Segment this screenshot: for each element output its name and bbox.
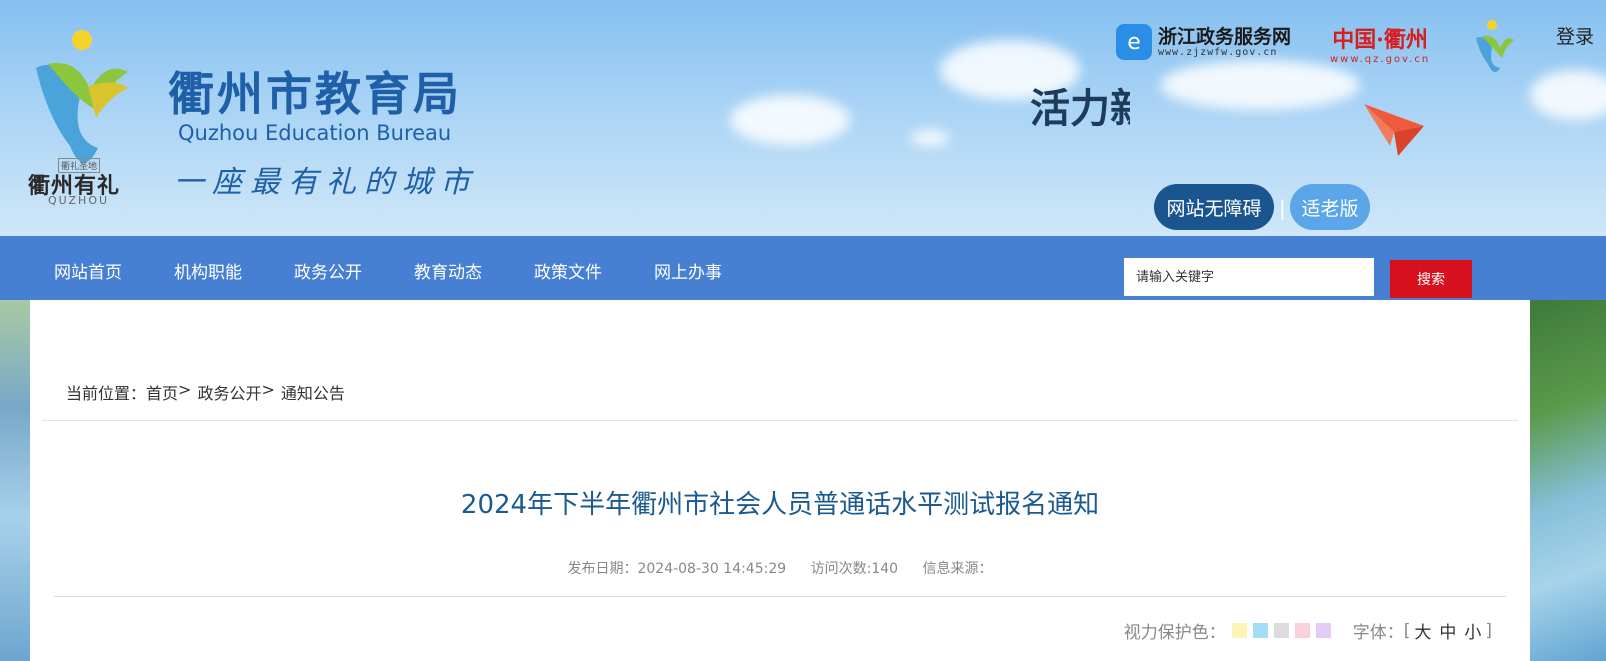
barrier-free-button[interactable]: 网站无障碍: [1154, 184, 1274, 230]
source-label: 信息来源：: [922, 561, 993, 577]
nav-item-functions[interactable]: 机构职能: [174, 258, 242, 283]
visits-field: 访问次数:140: [811, 561, 898, 577]
publish-date-label: 发布日期：: [567, 561, 638, 577]
article-title: 2024年下半年衢州市社会人员普通话水平测试报名通知: [460, 490, 1100, 520]
zjzwfw-link[interactable]: e 浙江政务服务网 www.zjzwfw.gov.cn: [1116, 22, 1291, 62]
visits-count: 140: [871, 561, 899, 577]
article-meta: 发布日期：2024-08-30 14:45:29 访问次数:140 信息来源：: [30, 558, 1530, 578]
publish-date: 2024-08-30 14:45:29: [637, 561, 787, 577]
font-size-small[interactable]: 小: [1464, 618, 1481, 643]
header-banner: 衢礼圣地 衢州有礼 QUZHOU 衢州市教育局 Quzhou Education…: [0, 0, 1606, 236]
search-button[interactable]: 搜索: [1390, 260, 1472, 298]
eye-protection-label: 视力保护色：: [1123, 623, 1226, 643]
article-content: 当前位置： 首页 > 政务公开 > 通知公告 2024年下半年衢州市社会人员普通…: [30, 300, 1530, 661]
site-title-en: Quzhou Education Bureau: [178, 121, 452, 145]
breadcrumb-label: 当前位置：: [66, 384, 147, 403]
nav-item-gov-affairs[interactable]: 政务公开: [294, 258, 362, 283]
breadcrumb-gov-affairs[interactable]: 政务公开: [197, 380, 261, 404]
breadcrumb: 当前位置： 首页 > 政务公开 > 通知公告: [66, 380, 345, 404]
bracket-open: [: [1403, 620, 1411, 641]
quzhou-mini-logo-icon: [1476, 20, 1514, 72]
accessibility-separator: |: [1279, 196, 1286, 220]
search-input[interactable]: [1124, 258, 1374, 296]
divider: [42, 420, 1518, 421]
breadcrumb-notices[interactable]: 通知公告: [281, 380, 345, 404]
publish-date-field: 发布日期：2024-08-30 14:45:29: [567, 561, 786, 577]
reading-tools: 视力保护色： 字体： [ 大 中 小 ]: [1123, 618, 1492, 644]
breadcrumb-separator: >: [261, 380, 275, 399]
logo-subtext: QUZHOU: [48, 194, 110, 207]
scenery-left: [0, 300, 30, 661]
zjzwfw-name: 浙江政务服务网: [1158, 25, 1292, 48]
bracket-close: ]: [1485, 620, 1492, 641]
color-swatch-pink[interactable]: [1294, 623, 1310, 638]
qz-gov-link[interactable]: 中国·衢州 www.qz.gov.cn: [1330, 22, 1430, 65]
font-size-large[interactable]: 大: [1414, 618, 1431, 643]
zjzwfw-url: www.zjzwfw.gov.cn: [1158, 46, 1278, 58]
nav-item-home[interactable]: 网站首页: [54, 258, 122, 283]
qz-gov-name: 中国·衢州: [1332, 27, 1428, 53]
e-globe-icon: e: [1116, 24, 1152, 60]
cloud-decoration: [1530, 70, 1606, 120]
cloud-decoration: [1160, 60, 1360, 110]
font-size-label: 字体：: [1352, 623, 1404, 643]
login-link[interactable]: 登录: [1556, 22, 1594, 49]
nav-item-online-services[interactable]: 网上办事: [654, 258, 722, 283]
paper-plane-icon: [1364, 104, 1424, 156]
divider: [54, 596, 1506, 597]
site-slogan: 一座最有礼的城市: [174, 165, 478, 200]
font-size-medium[interactable]: 中: [1439, 618, 1456, 643]
color-swatch-yellow[interactable]: [1231, 623, 1247, 638]
banner-text: 活力新: [1030, 85, 1130, 132]
scenery-right: [1530, 300, 1606, 661]
cloud-decoration: [730, 95, 850, 145]
nav-item-policies[interactable]: 政策文件: [534, 258, 602, 283]
breadcrumb-separator: >: [178, 380, 192, 399]
elder-mode-button[interactable]: 适老版: [1290, 184, 1370, 230]
site-title: 衢州市教育局: [168, 67, 462, 121]
color-swatch-purple[interactable]: [1315, 623, 1331, 638]
visits-label: 访问次数:: [810, 561, 872, 577]
cloud-decoration: [910, 130, 950, 146]
color-swatch-gray[interactable]: [1273, 623, 1289, 638]
nav-item-news[interactable]: 教育动态: [414, 258, 482, 283]
breadcrumb-home[interactable]: 首页: [146, 380, 178, 404]
color-swatch-blue[interactable]: [1252, 623, 1268, 638]
qz-gov-url: www.qz.gov.cn: [1330, 54, 1431, 65]
